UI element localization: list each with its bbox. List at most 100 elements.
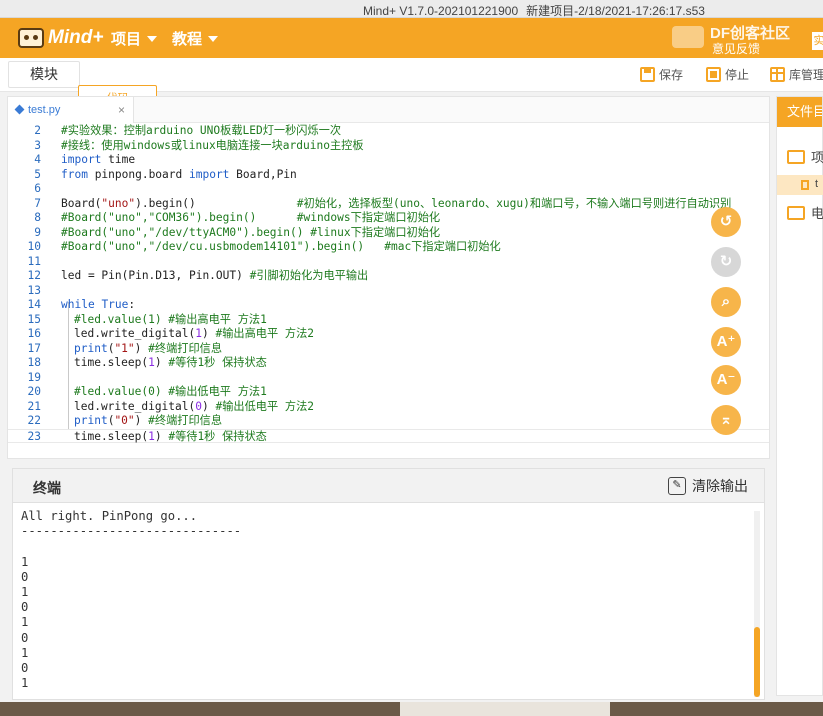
terminal-line: ------------------------------ bbox=[21, 524, 242, 539]
code-line[interactable]: 10 #Board("uno","/dev/cu.usbmodem14101").… bbox=[8, 240, 769, 255]
code-token: print bbox=[74, 414, 108, 427]
undo-icon[interactable]: ↺ bbox=[711, 207, 741, 237]
code-token: while bbox=[61, 298, 95, 311]
computer-files-item[interactable]: 电脑中的文件 bbox=[787, 203, 823, 222]
code-token: Board( bbox=[61, 196, 102, 210]
terminal-output[interactable]: All right. PinPong go... ----------------… bbox=[21, 509, 751, 705]
font-decrease-icon[interactable]: A⁻ bbox=[711, 365, 741, 395]
code-token: "uno" bbox=[101, 196, 136, 210]
code-line[interactable]: 21 led.write_digital(0) #输出低电平 方法2 bbox=[8, 400, 769, 415]
close-tab-icon[interactable]: × bbox=[118, 97, 125, 123]
code-line[interactable]: 2 #实验效果：控制arduino UNO板载LED灯一秒闪烁一次 bbox=[8, 124, 769, 139]
mindplus-logo[interactable]: Mind+ bbox=[18, 26, 103, 50]
code-line[interactable]: 8 #Board("uno","COM36").begin() #windows下… bbox=[8, 211, 769, 226]
redo-icon[interactable]: ↻ bbox=[711, 247, 741, 277]
code-text: #Board("uno","/dev/cu.usbmodem14101").be… bbox=[61, 240, 501, 255]
realtime-mode-button[interactable]: 实 bbox=[812, 32, 823, 50]
code-token: #Board("uno","COM36").begin() #windows下指… bbox=[61, 211, 441, 224]
stop-button[interactable]: 停止 bbox=[706, 66, 749, 83]
code-token: #初始化，选择板型(uno、leonardo、xugu)和端口号，不输入端口号则… bbox=[296, 196, 732, 210]
file-tab-test-py[interactable]: test.py × bbox=[8, 97, 134, 123]
code-text: #接线：使用windows或linux电脑连接一块arduino主控板 bbox=[61, 139, 364, 154]
code-token: "1" bbox=[114, 341, 135, 355]
search-icon[interactable]: ⌕ bbox=[711, 287, 741, 317]
code-text: #Board("uno","/dev/ttyACM0").begin() #li… bbox=[61, 226, 440, 241]
tutorial-menu[interactable]: 教程 bbox=[172, 28, 219, 49]
library-label: 库管理 bbox=[789, 68, 823, 82]
code-line[interactable]: 12 led = Pin(Pin.D13, Pin.OUT) #引脚初始化为电平输… bbox=[8, 269, 769, 284]
line-number: 10 bbox=[27, 240, 41, 253]
project-files-item[interactable]: 项目中的文件 bbox=[787, 147, 823, 166]
code-token: ) bbox=[154, 429, 169, 443]
code-token: ) bbox=[134, 341, 149, 355]
code-line[interactable]: 15 #led.value(1) #输出高电平 方法1 bbox=[8, 313, 769, 328]
code-text: #实验效果：控制arduino UNO板载LED灯一秒闪烁一次 bbox=[61, 124, 341, 139]
line-number: 12 bbox=[27, 269, 41, 282]
code-area[interactable]: 2 #实验效果：控制arduino UNO板载LED灯一秒闪烁一次 3 #接线：使用w… bbox=[8, 124, 769, 458]
code-token: import bbox=[61, 153, 102, 166]
save-label: 保存 bbox=[659, 68, 684, 82]
logo-text: Mind+ bbox=[48, 27, 104, 48]
feedback-link[interactable]: 意见反馈 bbox=[712, 40, 760, 57]
code-line[interactable]: 4 import time bbox=[8, 153, 769, 168]
code-token: from bbox=[61, 167, 88, 181]
code-text: time.sleep(1) #等待1秒 保持状态 bbox=[74, 356, 267, 371]
code-line[interactable]: 9 #Board("uno","/dev/ttyACM0").begin() #l… bbox=[8, 226, 769, 241]
code-token: led = Pin(Pin.D13, Pin.OUT) bbox=[61, 269, 250, 282]
scrollbar-thumb[interactable] bbox=[754, 627, 760, 697]
desktop-strip-light bbox=[400, 702, 610, 716]
terminal-scrollbar[interactable] bbox=[754, 511, 760, 697]
code-line[interactable]: 3 #接线：使用windows或linux电脑连接一块arduino主控板 bbox=[8, 139, 769, 154]
code-text: while True: bbox=[61, 298, 135, 313]
code-text: led.write_digital(1) #输出高电平 方法2 bbox=[74, 327, 314, 342]
code-line[interactable]: 22 print("0") #终端打印信息 bbox=[8, 414, 769, 429]
code-token: ).begin() bbox=[135, 196, 297, 210]
code-token: True bbox=[101, 298, 129, 311]
code-line[interactable]: 19 bbox=[8, 371, 769, 386]
code-line[interactable]: 11 bbox=[8, 255, 769, 270]
code-token: print bbox=[74, 341, 108, 355]
code-line[interactable]: 7 Board("uno").begin() #初始化，选择板型(uno、leon… bbox=[8, 197, 769, 212]
code-token: 0 bbox=[195, 399, 202, 413]
code-token: led.write_digital( bbox=[74, 399, 196, 413]
selected-file-item[interactable]: t bbox=[777, 175, 823, 195]
file-icon bbox=[801, 180, 809, 190]
window-titlebar: Mind+ V1.7.0-202101221900 新建项目-2/18/2021-… bbox=[0, 0, 823, 18]
mode-toolbar: 模块 代码 保存 停止 库管理 bbox=[0, 58, 823, 419]
code-token: #输出低电平 方法2 bbox=[215, 399, 315, 413]
clear-output-button[interactable]: ✎ 清除输出 bbox=[668, 476, 748, 496]
code-line[interactable]: 16 led.write_digital(1) #输出高电平 方法2 bbox=[8, 327, 769, 342]
code-line[interactable]: 5 from pinpong.board import Board,Pin bbox=[8, 168, 769, 183]
code-token: ) bbox=[202, 327, 216, 340]
code-token: #接线：使用windows或linux电脑连接一块arduino主控板 bbox=[61, 138, 364, 152]
terminal-header: 终端 ✎ 清除输出 bbox=[13, 469, 764, 503]
code-line[interactable]: 20 #led.value(0) #输出低电平 方法1 bbox=[8, 385, 769, 400]
code-line[interactable]: 23 time.sleep(1) #等待1秒 保持状态 bbox=[8, 428, 769, 443]
code-token: #等待1秒 保持状态 bbox=[168, 429, 267, 443]
code-token: #实验效果：控制arduino UNO板载LED灯一秒闪烁一次 bbox=[61, 124, 342, 137]
code-line[interactable]: 17 print("1") #终端打印信息 bbox=[8, 342, 769, 357]
broom-icon: ✎ bbox=[668, 477, 686, 495]
code-text: led.write_digital(0) #输出低电平 方法2 bbox=[74, 400, 314, 415]
save-button[interactable]: 保存 bbox=[640, 66, 683, 83]
library-button[interactable]: 库管理 bbox=[770, 66, 823, 83]
python-file-icon bbox=[14, 104, 25, 115]
font-increase-icon[interactable]: A⁺ bbox=[711, 327, 741, 357]
code-line[interactable]: 13 bbox=[8, 284, 769, 299]
code-line[interactable]: 18 time.sleep(1) #等待1秒 保持状态 bbox=[8, 356, 769, 371]
line-number: 4 bbox=[34, 153, 41, 166]
stop-icon bbox=[706, 67, 721, 82]
project-name: 新建项目-2/18/2021-17:26:17.s53 bbox=[526, 4, 705, 18]
tab-blocks[interactable]: 模块 bbox=[8, 61, 80, 88]
line-number: 15 bbox=[27, 312, 41, 326]
code-token: import bbox=[189, 167, 230, 181]
code-line[interactable]: 6 bbox=[8, 182, 769, 197]
code-line[interactable]: 14 while True: bbox=[8, 298, 769, 313]
project-menu[interactable]: 项目 bbox=[111, 28, 158, 49]
code-token: pinpong.board bbox=[87, 167, 189, 181]
file-directory-header: 文件目录 bbox=[777, 97, 822, 127]
community-link[interactable]: DF创客社区 意见反馈 实 bbox=[672, 22, 823, 56]
community-logo-icon bbox=[672, 26, 704, 48]
selected-file-label: t bbox=[815, 178, 819, 190]
collapse-icon[interactable]: ⌅ bbox=[711, 405, 741, 435]
